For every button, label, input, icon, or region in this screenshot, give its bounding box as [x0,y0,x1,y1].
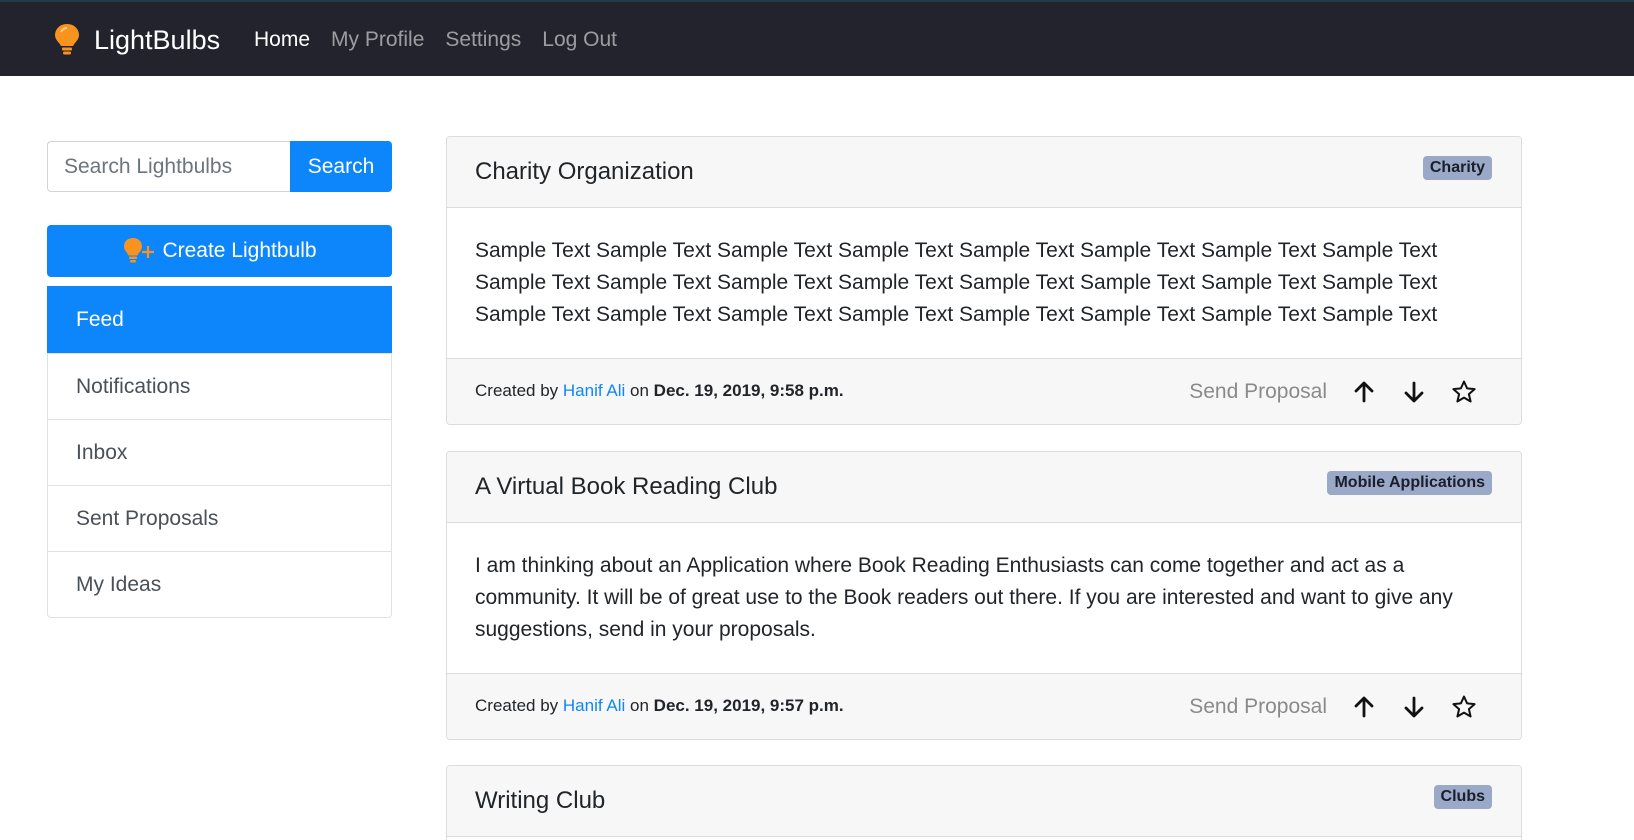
sidebar-item-feed[interactable]: Feed [47,286,392,353]
brand[interactable]: LightBulbs [52,2,220,78]
send-proposal-button[interactable]: Send Proposal [1189,695,1327,719]
search-input[interactable] [47,141,290,192]
post-meta: Created by Hanif Ali on Dec. 19, 2019, 9… [475,381,844,401]
post-title: Writing Club [475,787,606,814]
upvote-arrow-icon[interactable] [1351,694,1377,720]
created-by-label: Created by [475,381,559,400]
post-meta: Created by Hanif Ali on Dec. 19, 2019, 9… [475,696,844,716]
sidebar-item-sent-proposals[interactable]: Sent Proposals [48,485,391,551]
star-icon[interactable] [1451,694,1477,720]
post-actions: Send Proposal [1189,674,1477,739]
created-by-label: Created by [475,696,559,715]
post-footer: Created by Hanif Ali on Dec. 19, 2019, 9… [447,673,1521,739]
post-date: Dec. 19, 2019, 9:57 p.m. [653,696,844,715]
post-card: Writing Club Clubs [446,765,1522,840]
category-badge: Charity [1422,156,1492,180]
lightbulb-plus-icon [124,238,155,263]
nav-home-link[interactable]: Home [254,28,310,52]
post-card: A Virtual Book Reading Club Mobile Appli… [446,451,1522,740]
post-header: Writing Club Clubs [447,766,1521,837]
search-group: Search [47,141,392,192]
post-title: A Virtual Book Reading Club [475,473,778,500]
post-card: Charity Organization Charity Sample Text… [446,136,1522,425]
post-footer: Created by Hanif Ali on Dec. 19, 2019, 9… [447,358,1521,424]
author-link[interactable]: Hanif Ali [563,381,625,400]
upvote-arrow-icon[interactable] [1351,379,1377,405]
sidebar-item-notifications[interactable]: Notifications [48,353,391,419]
send-proposal-button[interactable]: Send Proposal [1189,380,1327,404]
create-lightbulb-label: Create Lightbulb [162,239,317,262]
search-button[interactable]: Search [290,141,392,192]
post-header: A Virtual Book Reading Club Mobile Appli… [447,452,1521,523]
sidebar-item-my-ideas[interactable]: My Ideas [48,551,391,617]
post-actions: Send Proposal [1189,359,1477,424]
category-badge: Clubs [1433,785,1492,809]
top-navbar: LightBulbs Home My Profile Settings Log … [0,0,1634,76]
nav-my-profile-link[interactable]: My Profile [331,28,424,52]
post-body: Sample Text Sample Text Sample Text Samp… [475,239,1438,326]
nav-settings-link[interactable]: Settings [445,28,521,52]
on-label: on [630,381,649,400]
lightbulb-icon [55,24,79,55]
downvote-arrow-icon[interactable] [1401,694,1427,720]
on-label: on [630,696,649,715]
nav-links: Home My Profile Settings Log Out [254,2,638,78]
sidebar-item-inbox[interactable]: Inbox [48,419,391,485]
star-icon[interactable] [1451,379,1477,405]
post-body: I am thinking about an Application where… [475,554,1453,641]
post-header: Charity Organization Charity [447,137,1521,208]
author-link[interactable]: Hanif Ali [563,696,625,715]
nav-log-out-link[interactable]: Log Out [542,28,617,52]
downvote-arrow-icon[interactable] [1401,379,1427,405]
brand-name: LightBulbs [94,24,221,55]
category-badge: Mobile Applications [1327,471,1492,495]
create-lightbulb-button[interactable]: Create Lightbulb [47,225,392,277]
post-title: Charity Organization [475,158,694,185]
post-date: Dec. 19, 2019, 9:58 p.m. [653,381,844,400]
sidebar-menu: Feed Notifications Inbox Sent Proposals … [47,286,392,618]
